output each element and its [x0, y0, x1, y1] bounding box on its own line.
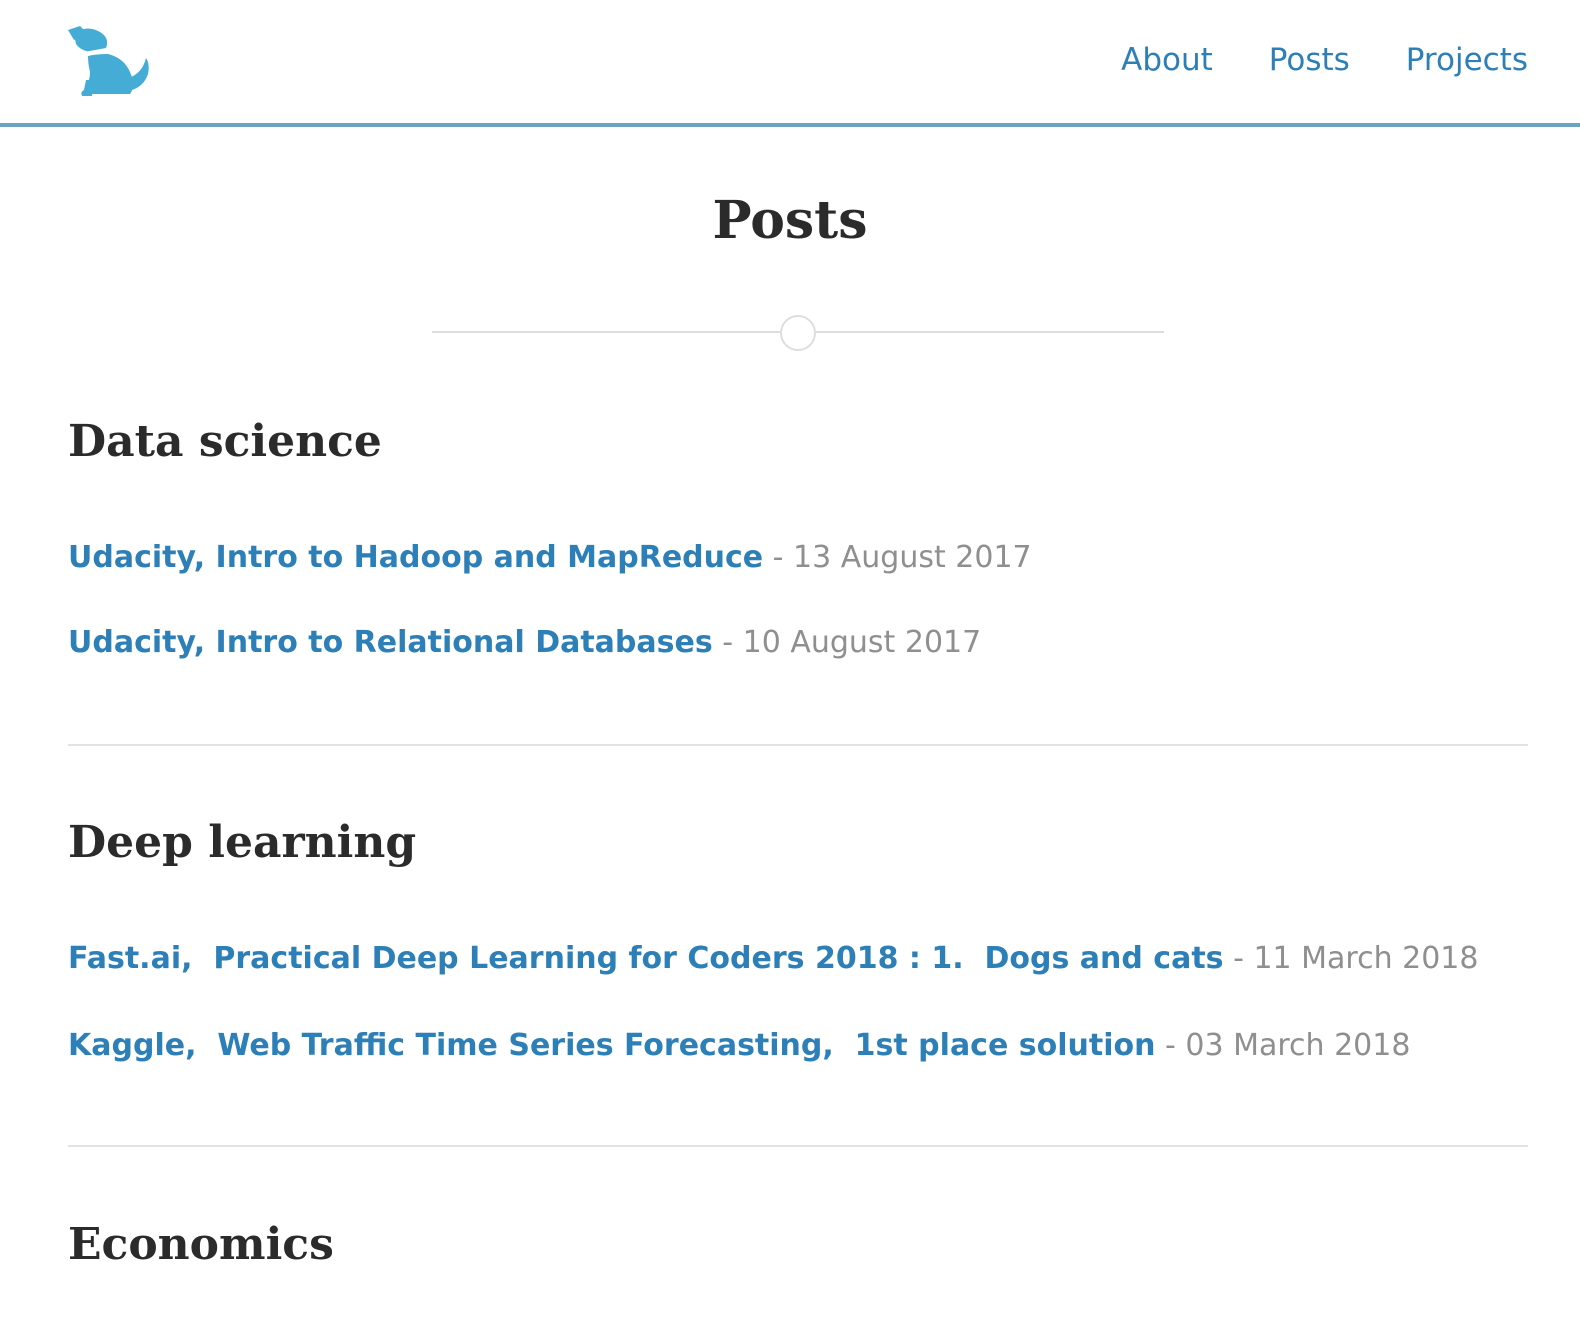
- divider-circle-icon: [780, 315, 816, 351]
- nav-projects-link[interactable]: Projects: [1406, 38, 1528, 82]
- post-item: Fast.ai, Practical Deep Learning for Cod…: [68, 937, 1478, 981]
- divider-line-left: [432, 331, 780, 333]
- post-item: Kaggle, Web Traffic Time Series Forecast…: [68, 1024, 1410, 1068]
- post-date-separator: -: [763, 540, 794, 575]
- home-logo-link[interactable]: [66, 24, 150, 98]
- nav-about-link[interactable]: About: [1121, 38, 1213, 82]
- title-divider: [432, 314, 1164, 352]
- post-date-separator: -: [1223, 941, 1254, 976]
- divider-line-right: [816, 331, 1164, 333]
- section-heading: Data science: [68, 416, 382, 467]
- section-economics: Economics: [68, 1215, 1528, 1315]
- page-title: Posts: [712, 190, 868, 251]
- post-date-separator: -: [1155, 1028, 1186, 1063]
- post-link[interactable]: Udacity, Intro to Relational Databases: [68, 625, 713, 660]
- dog-icon: [68, 26, 149, 96]
- post-item: Udacity, Intro to Relational Databases -…: [68, 621, 981, 665]
- section-data-science: Data science Udacity, Intro to Hadoop an…: [68, 412, 1528, 682]
- nav-posts-link[interactable]: Posts: [1269, 38, 1350, 82]
- post-item: Udacity, Intro to Hadoop and MapReduce -…: [68, 536, 1032, 580]
- post-date-separator: -: [712, 625, 743, 660]
- post-date: 13 August 2017: [793, 540, 1032, 575]
- main-nav: About Posts Projects: [1121, 38, 1528, 82]
- section-divider: [68, 1145, 1528, 1147]
- post-link[interactable]: Fast.ai, Practical Deep Learning for Cod…: [68, 941, 1224, 976]
- section-heading: Deep learning: [68, 817, 417, 868]
- post-date: 03 March 2018: [1185, 1028, 1411, 1063]
- post-date: 10 August 2017: [742, 625, 982, 660]
- section-heading: Economics: [68, 1219, 334, 1270]
- site-header: About Posts Projects: [0, 0, 1580, 127]
- post-link[interactable]: Kaggle, Web Traffic Time Series Forecast…: [68, 1028, 1155, 1063]
- post-date: 11 March 2018: [1253, 941, 1479, 976]
- post-link[interactable]: Udacity, Intro to Hadoop and MapReduce: [68, 540, 763, 575]
- section-deep-learning: Deep learning Fast.ai, Practical Deep Le…: [68, 813, 1528, 1083]
- section-divider: [68, 744, 1528, 746]
